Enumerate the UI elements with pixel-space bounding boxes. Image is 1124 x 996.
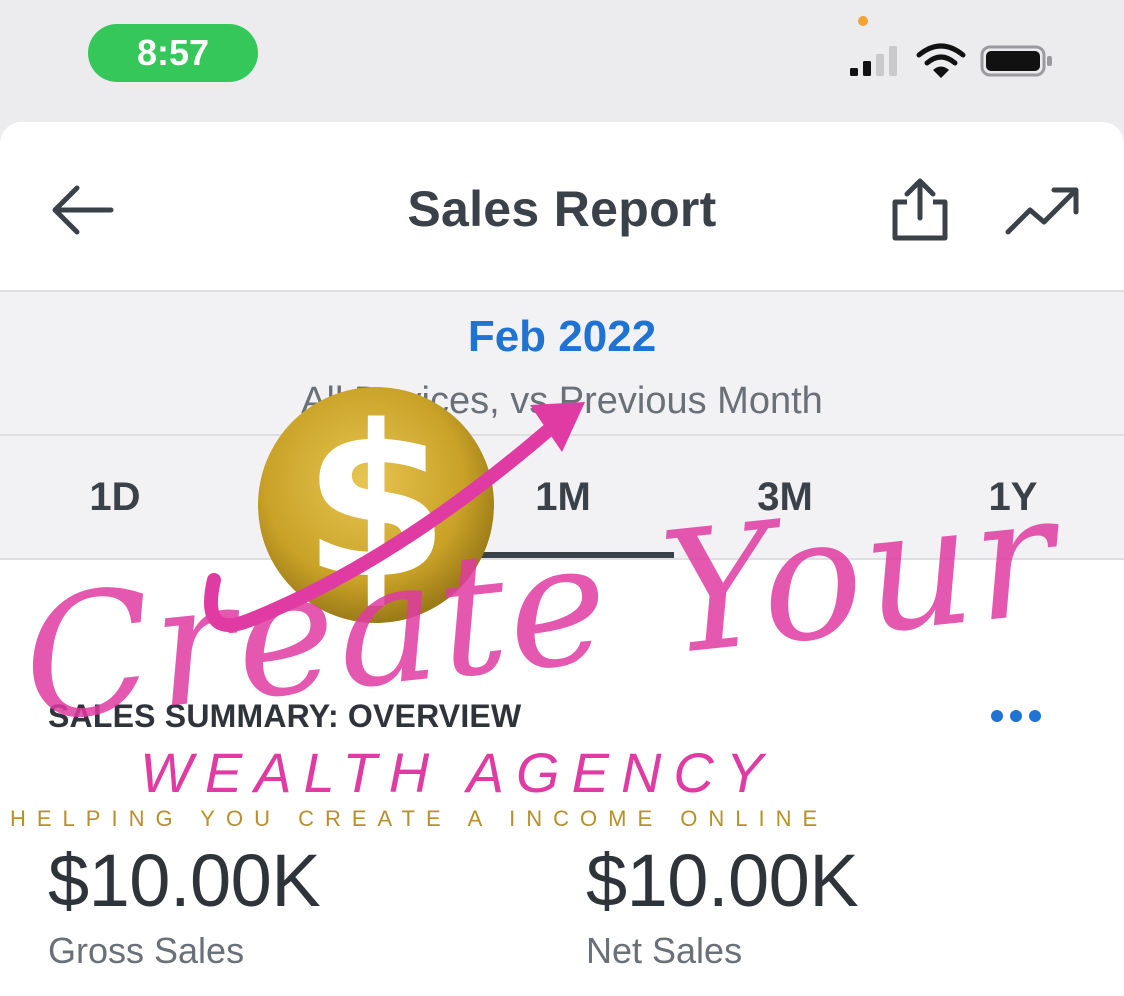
watermark-tagline-text: HELPING YOU CREATE A INCOME ONLINE xyxy=(10,806,829,831)
privacy-indicator-dot xyxy=(858,16,868,26)
tab-1d[interactable]: 1D xyxy=(40,436,190,558)
more-options-button[interactable] xyxy=(986,696,1046,736)
period-date-selector[interactable]: Feb 2022 xyxy=(0,312,1124,362)
status-time: 8:57 xyxy=(88,24,258,82)
signal-icon xyxy=(850,46,897,76)
status-bar: 8:57 xyxy=(0,0,1124,122)
trend-button[interactable] xyxy=(996,170,1088,250)
more-dots-icon xyxy=(991,710,1041,722)
period-comparison-text: All Devices, vs Previous Month xyxy=(301,380,823,422)
battery-icon xyxy=(980,45,1052,77)
navigation-bar: Sales Report xyxy=(0,122,1124,290)
share-button[interactable] xyxy=(878,168,962,252)
gross-sales-label: Gross Sales xyxy=(48,930,245,971)
net-sales-value: $10.00K xyxy=(586,839,859,922)
trend-icon xyxy=(1005,187,1079,235)
net-sales-label: Net Sales xyxy=(586,930,743,971)
watermark-agency-text: WEALTH AGENCY xyxy=(140,741,776,804)
wifi-icon xyxy=(916,43,966,78)
period-header: Feb 2022 All Devices, vs Previous Month xyxy=(0,290,1124,436)
share-icon xyxy=(892,178,948,241)
gross-sales-value: $10.00K xyxy=(48,839,321,922)
